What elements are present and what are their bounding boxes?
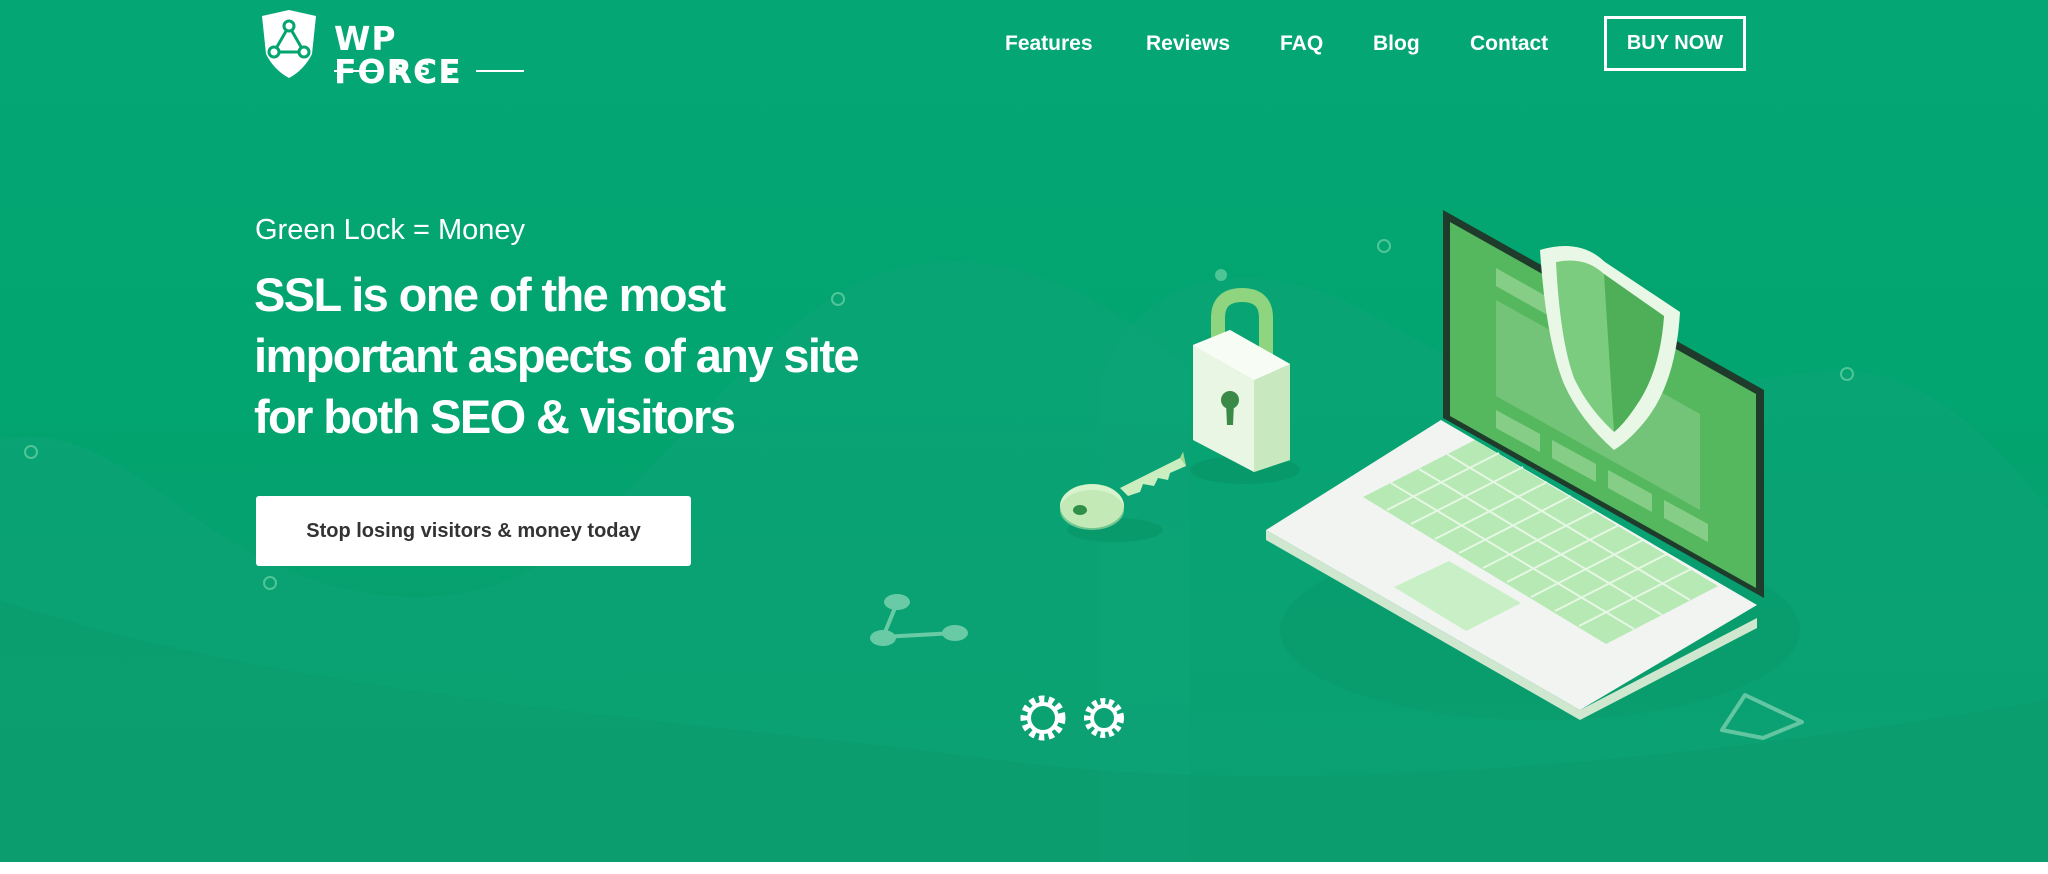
key-icon xyxy=(1060,452,1186,542)
shield-outline-icon xyxy=(1720,693,1804,740)
laptop-illustration xyxy=(1266,210,1800,720)
gears-icon xyxy=(1020,695,1124,741)
padlock-icon xyxy=(1190,287,1300,484)
hero-section: WP FORCE SSL Features Reviews FAQ Blog C… xyxy=(0,0,2048,862)
share-nodes-icon xyxy=(870,594,968,646)
hero-illustration xyxy=(870,210,1804,741)
